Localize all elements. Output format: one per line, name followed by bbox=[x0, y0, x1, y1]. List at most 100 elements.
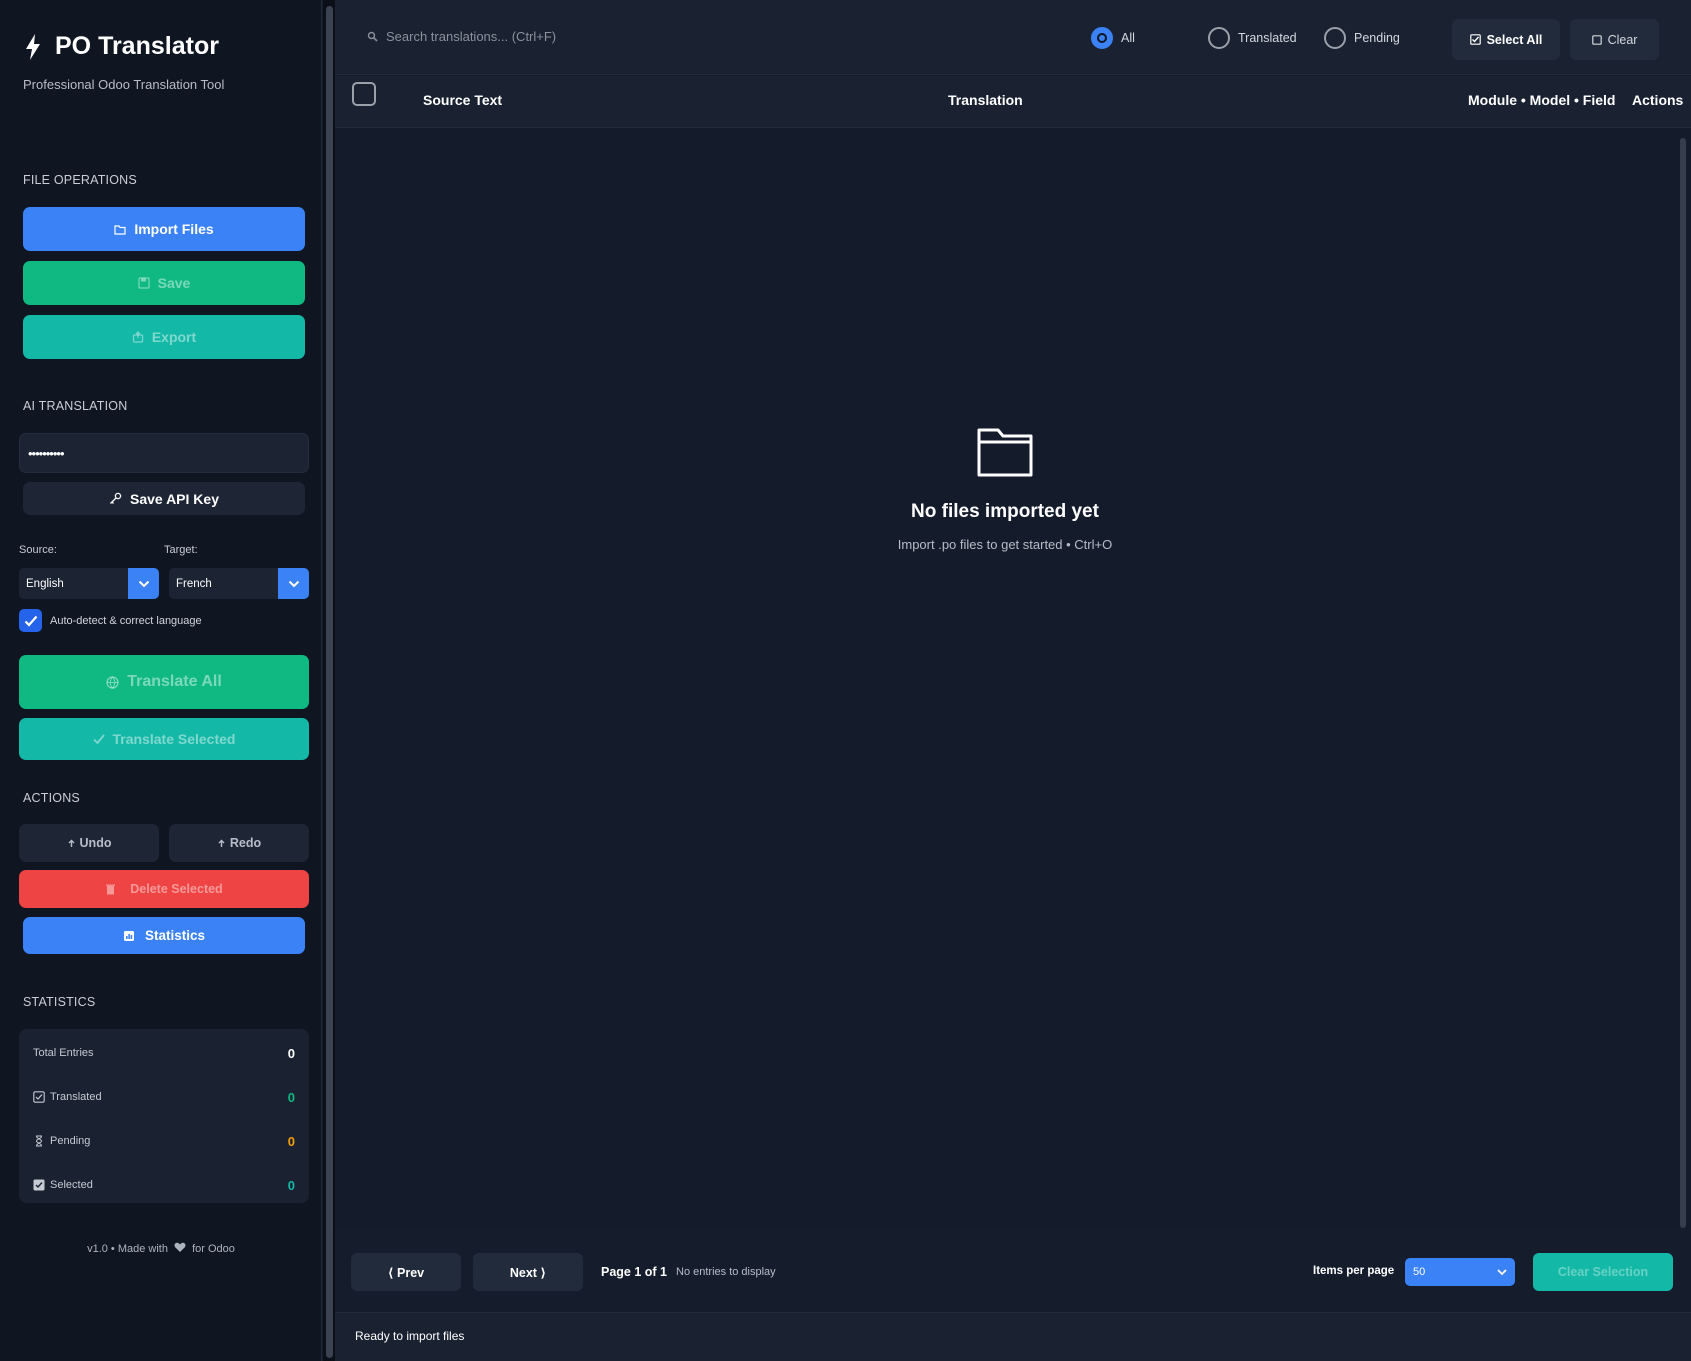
translate-selected-label: Translate Selected bbox=[112, 731, 236, 747]
chevron-down-icon bbox=[1497, 1268, 1507, 1275]
stat-value: 0 bbox=[287, 1045, 295, 1061]
items-per-page-label: Items per page bbox=[1313, 1265, 1395, 1277]
stat-value: 0 bbox=[287, 1133, 295, 1149]
translate-selected-button[interactable]: Translate Selected bbox=[19, 718, 309, 760]
auto-detect-label: Auto-detect & correct language bbox=[50, 614, 202, 627]
radio-unselected-icon bbox=[1324, 27, 1346, 49]
checked-box-icon bbox=[33, 1179, 45, 1191]
table-scrollbar[interactable] bbox=[1675, 128, 1691, 1228]
stat-row-total: Total Entries 0 bbox=[33, 1043, 295, 1063]
chart-icon bbox=[123, 930, 134, 941]
check-box-icon bbox=[33, 1091, 45, 1103]
select-all-label: Select All bbox=[1486, 32, 1543, 47]
radio-unselected-icon bbox=[1208, 27, 1230, 49]
footer-suffix: for Odoo bbox=[192, 1243, 235, 1255]
clear-selection-button[interactable]: Clear Selection bbox=[1533, 1253, 1673, 1291]
stat-label: Selected bbox=[50, 1179, 93, 1191]
chevron-down-icon bbox=[128, 568, 159, 599]
toolbar: Search translations... (Ctrl+F) All Tran… bbox=[335, 0, 1691, 75]
import-files-label: Import Files bbox=[134, 221, 214, 237]
main-panel: Search translations... (Ctrl+F) All Tran… bbox=[335, 0, 1691, 1361]
stat-row-pending: Pending 0 bbox=[33, 1131, 295, 1151]
table-header: Source Text Translation Module • Model •… bbox=[335, 76, 1691, 128]
sidebar-scrollbar[interactable] bbox=[323, 0, 335, 1361]
status-bar: Ready to import files bbox=[335, 1312, 1691, 1361]
section-title-file-operations: FILE OPERATIONS bbox=[23, 173, 137, 187]
target-language-select[interactable]: French bbox=[169, 568, 309, 599]
export-label: Export bbox=[151, 329, 197, 345]
stat-label: Translated bbox=[50, 1091, 102, 1103]
hourglass-icon bbox=[35, 1135, 43, 1147]
chevron-down-icon bbox=[278, 568, 309, 599]
empty-state-title: No files imported yet bbox=[911, 501, 1099, 522]
source-label: Source: bbox=[19, 544, 57, 556]
statistics-label: Statistics bbox=[144, 928, 206, 943]
target-language-value: French bbox=[176, 577, 212, 590]
empty-state: No files imported yet Import .po files t… bbox=[335, 426, 1675, 552]
undo-icon bbox=[68, 839, 75, 847]
items-per-page-value: 50 bbox=[1413, 1266, 1426, 1278]
empty-box-icon bbox=[1591, 34, 1602, 45]
clear-button[interactable]: Clear bbox=[1570, 19, 1659, 60]
checkmark-icon bbox=[92, 734, 105, 744]
select-all-button[interactable]: Select All bbox=[1452, 19, 1560, 60]
app-subtitle: Professional Odoo Translation Tool bbox=[23, 77, 225, 92]
translate-all-button[interactable]: Translate All bbox=[19, 655, 309, 709]
footer-note: v1.0 • Made with for Odoo bbox=[0, 1242, 322, 1255]
checkmark-icon bbox=[24, 615, 37, 627]
auto-detect-checkbox[interactable] bbox=[19, 609, 42, 632]
items-per-page-select[interactable]: 50 bbox=[1405, 1258, 1515, 1286]
stat-row-translated: Translated 0 bbox=[33, 1087, 295, 1107]
key-icon bbox=[110, 492, 122, 504]
search-input[interactable]: Search translations... (Ctrl+F) bbox=[367, 29, 556, 44]
delete-selected-button[interactable]: Delete Selected bbox=[19, 870, 309, 908]
export-icon bbox=[132, 331, 143, 343]
filter-all[interactable]: All bbox=[1091, 27, 1135, 49]
table-scrollbar-thumb[interactable] bbox=[1680, 138, 1686, 1228]
source-language-select[interactable]: English bbox=[19, 568, 159, 599]
filter-translated[interactable]: Translated bbox=[1208, 27, 1297, 49]
api-key-input[interactable]: •••••••••• bbox=[19, 433, 309, 473]
save-api-key-label: Save API Key bbox=[130, 490, 219, 507]
redo-button[interactable]: Redo bbox=[169, 824, 309, 862]
globe-icon bbox=[106, 675, 119, 689]
sidebar-scrollbar-thumb[interactable] bbox=[326, 6, 333, 1358]
search-icon bbox=[367, 31, 378, 42]
delete-selected-label: Delete Selected bbox=[130, 882, 223, 896]
column-actions: Actions bbox=[1632, 92, 1684, 108]
footer-prefix: v1.0 • Made with bbox=[87, 1243, 168, 1255]
clear-label: Clear bbox=[1607, 32, 1638, 47]
save-api-key-button[interactable]: Save API Key bbox=[23, 482, 305, 515]
redo-icon bbox=[218, 839, 225, 847]
prev-page-button[interactable]: ⟨ Prev bbox=[351, 1253, 461, 1291]
source-language-value: English bbox=[26, 577, 64, 590]
filter-pending[interactable]: Pending bbox=[1324, 27, 1400, 49]
export-button[interactable]: Export bbox=[23, 315, 305, 359]
status-text: Ready to import files bbox=[355, 1329, 465, 1343]
statistics-panel: Total Entries 0 Translated 0 Pending 0 S… bbox=[19, 1029, 309, 1203]
auto-detect-row: Auto-detect & correct language bbox=[19, 609, 202, 632]
save-label: Save bbox=[157, 275, 191, 291]
app-title: PO Translator bbox=[55, 32, 219, 60]
statistics-button[interactable]: Statistics bbox=[23, 917, 305, 954]
heart-icon bbox=[174, 1242, 186, 1252]
filter-label: Pending bbox=[1354, 31, 1400, 45]
redo-label: Redo bbox=[229, 836, 262, 850]
checked-box-icon bbox=[1469, 34, 1481, 45]
search-placeholder: Search translations... (Ctrl+F) bbox=[386, 29, 557, 44]
next-page-button[interactable]: Next ⟩ bbox=[473, 1253, 583, 1291]
table-body: No files imported yet Import .po files t… bbox=[335, 128, 1675, 1228]
stat-value: 0 bbox=[287, 1177, 295, 1193]
column-module-model-field: Module • Model • Field bbox=[1468, 92, 1616, 108]
save-button[interactable]: Save bbox=[23, 261, 305, 305]
section-title-ai-translation: AI TRANSLATION bbox=[23, 399, 128, 413]
lightning-bolt-icon bbox=[26, 33, 40, 60]
floppy-disk-icon bbox=[138, 277, 150, 289]
import-files-button[interactable]: Import Files bbox=[23, 207, 305, 251]
undo-button[interactable]: Undo bbox=[19, 824, 159, 862]
brand: PO Translator bbox=[23, 32, 219, 61]
select-all-checkbox[interactable] bbox=[352, 82, 376, 106]
sidebar: PO Translator Professional Odoo Translat… bbox=[0, 0, 322, 1361]
folder-icon bbox=[977, 428, 1033, 477]
filter-label: Translated bbox=[1238, 31, 1297, 45]
